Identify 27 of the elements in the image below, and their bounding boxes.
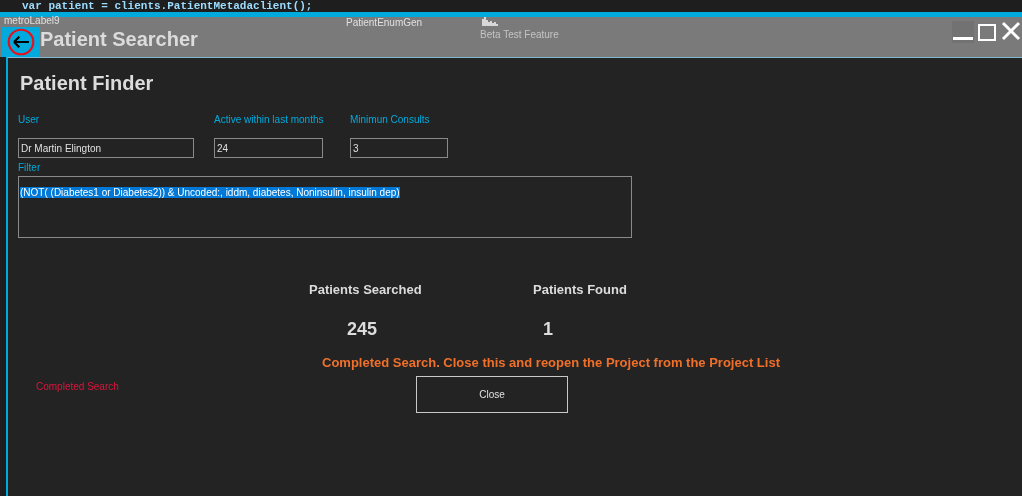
stat-label: Patients Found [533,281,628,299]
control-label: PatientEnumGen [346,16,423,30]
maximize-button[interactable] [976,21,998,43]
close-button[interactable]: Close [416,376,568,413]
completion-message: Completed Search. Close this and reopen the Project from the Project List [322,353,780,372]
form-heading: Patient Finder [20,71,155,96]
close-icon [1001,21,1021,41]
window-title: Patient Searcher [40,27,198,52]
text-field[interactable]: 3 [350,138,448,158]
field-label: Active within last months [214,113,325,127]
stat-label: Patients Searched [309,281,423,299]
control-label: metroLabel9 [4,15,60,26]
field-label: Filter [18,161,42,175]
beta-label: Beta Test Feature [480,28,559,42]
code-line: var patient = clients.PatientMetadaclient(); [22,0,313,12]
back-button[interactable] [2,27,40,57]
text-field[interactable]: Dr Martin Elington [18,138,194,158]
filter-field[interactable]: (NOT( (Diabetes1 or Diabetes2)) & Uncoded:, iddm, diabetes, Noninsulin, insulin dep) [18,176,632,238]
close-window-button[interactable] [1000,19,1022,43]
status-text: Completed Search [36,379,120,394]
stat-value: 245 [347,317,379,341]
field-label: Minimun Consults [350,113,431,127]
text-field[interactable]: 24 [214,138,323,158]
minimize-button[interactable] [952,21,974,43]
stat-value: 1 [543,317,554,341]
chart-icon [482,17,498,26]
field-label: User [18,113,41,127]
